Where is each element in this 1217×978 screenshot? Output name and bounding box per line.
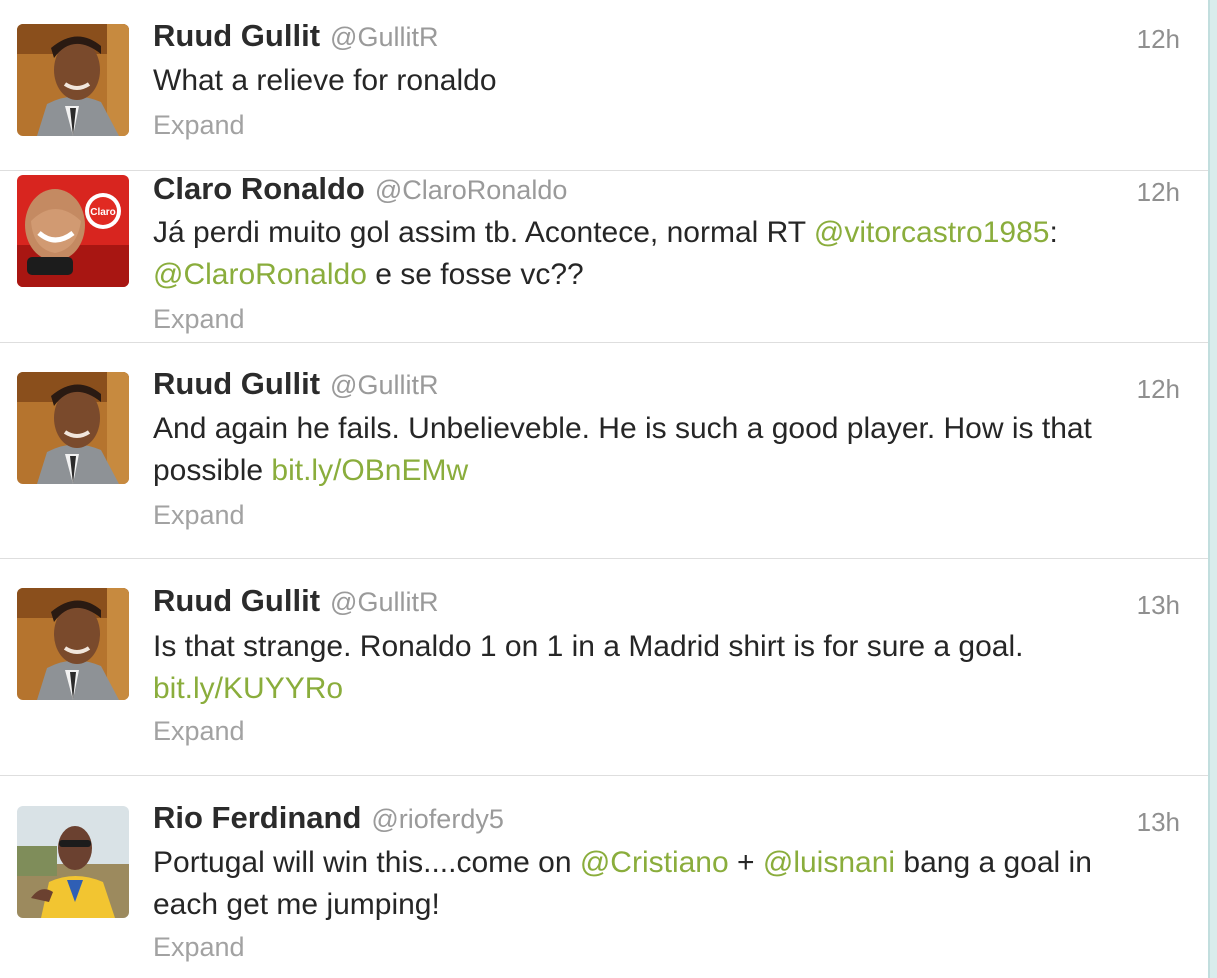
tweet-text-line: What a relieve for ronaldo <box>153 64 497 97</box>
author-handle[interactable]: @GullitR <box>330 22 438 52</box>
author-name[interactable]: Claro Ronaldo <box>153 171 365 206</box>
author-name[interactable]: Ruud Gullit <box>153 583 320 618</box>
tweet-item[interactable]: Rio Ferdinand @rioferdy5 13h Portugal wil… <box>0 776 1208 978</box>
author-handle[interactable]: @GullitR <box>330 370 438 400</box>
tweet-text: Já perdi muito gol assim tb. Acontece, n… <box>153 212 1193 296</box>
tweet-text-segment: And again he fails. Unbelieveble. He is … <box>153 412 1092 445</box>
tweet-text-segment: Já perdi muito gol assim tb. Acontece, n… <box>153 216 814 249</box>
tweet-item[interactable]: Ruud Gullit @GullitR 12h And again he fai… <box>0 343 1208 559</box>
tweet-text: Portugal will win this....come on @Crist… <box>153 842 1193 926</box>
tweet-author[interactable]: Rio Ferdinand @rioferdy5 <box>153 800 504 836</box>
claro-ronaldo-avatar[interactable]: Claro <box>17 175 129 287</box>
tweet-text: And again he fails. Unbelieveble. He is … <box>153 408 1193 492</box>
expand-link[interactable]: Expand <box>153 110 245 141</box>
ruud-gullit-avatar[interactable] <box>17 588 129 700</box>
author-name[interactable]: Ruud Gullit <box>153 366 320 401</box>
mention-link[interactable]: @vitorcastro1985 <box>814 216 1050 249</box>
rio-ferdinand-avatar[interactable] <box>17 806 129 918</box>
tweet-author[interactable]: Ruud Gullit @GullitR <box>153 366 438 402</box>
mention-link[interactable]: @Cristiano <box>580 846 729 879</box>
mention-link[interactable]: @luisnani <box>763 846 895 879</box>
ruud-gullit-avatar[interactable] <box>17 372 129 484</box>
tweet-text: What a relieve for ronaldo <box>153 60 1193 102</box>
expand-link[interactable]: Expand <box>153 500 245 531</box>
tweet-text-line: Is that strange. Ronaldo 1 on 1 in a Mad… <box>153 626 1193 668</box>
tweet-timestamp[interactable]: 12h <box>1137 24 1180 55</box>
tweet-text-segment: possible <box>153 454 272 487</box>
tweet-item[interactable]: Ruud Gullit @GullitR 12h What a relieve f… <box>0 0 1208 171</box>
tweet-text: Is that strange. Ronaldo 1 on 1 in a Mad… <box>153 626 1193 710</box>
tweet-text-line: And again he fails. Unbelieveble. He is … <box>153 408 1193 450</box>
tweet-item[interactable]: Ruud Gullit @GullitR 13h Is that strange.… <box>0 559 1208 776</box>
expand-link[interactable]: Expand <box>153 932 245 963</box>
tweet-timestamp[interactable]: 13h <box>1137 590 1180 621</box>
author-handle[interactable]: @ClaroRonaldo <box>375 175 568 205</box>
tweet-timestamp[interactable]: 13h <box>1137 807 1180 838</box>
rio-ferdinand-portrait <box>17 806 129 918</box>
tweet-author[interactable]: Ruud Gullit @GullitR <box>153 583 438 619</box>
expand-link[interactable]: Expand <box>153 716 245 747</box>
author-name[interactable]: Ruud Gullit <box>153 18 320 53</box>
tweet-text-line: bit.ly/KUYYRo <box>153 668 1193 710</box>
tweet-timestamp[interactable]: 12h <box>1137 177 1180 208</box>
ruud-gullit-portrait <box>17 372 129 484</box>
mention-link[interactable]: @ClaroRonaldo <box>153 258 367 291</box>
tweet-text-line: @ClaroRonaldo e se fosse vc?? <box>153 254 1193 296</box>
tweet-text-segment: Portugal will win this....come on <box>153 846 580 879</box>
tweet-text-segment: Is that strange. Ronaldo 1 on 1 in a Mad… <box>153 630 1024 663</box>
scrollbar-edge[interactable] <box>1208 0 1217 978</box>
tweet-author[interactable]: Claro Ronaldo @ClaroRonaldo <box>153 171 567 207</box>
claro-logo-text: Claro <box>90 207 116 218</box>
ruud-gullit-portrait <box>17 588 129 700</box>
tweet-text-segment: : <box>1049 216 1058 249</box>
tweet-text-line: each get me jumping! <box>153 884 1193 926</box>
tweet-text-line: possible bit.ly/OBnEMw <box>153 450 1193 492</box>
author-name[interactable]: Rio Ferdinand <box>153 800 361 835</box>
tweet-text-segment: + <box>728 846 763 879</box>
tweet-text-segment: each get me jumping! <box>153 888 440 921</box>
claro-ronaldo-portrait: Claro <box>17 175 129 287</box>
tweet-timestamp[interactable]: 12h <box>1137 374 1180 405</box>
tweet-text-segment: What a relieve for ronaldo <box>153 64 497 97</box>
ruud-gullit-avatar[interactable] <box>17 24 129 136</box>
expand-link[interactable]: Expand <box>153 304 245 335</box>
tweet-text-line: Já perdi muito gol assim tb. Acontece, n… <box>153 212 1193 254</box>
ruud-gullit-portrait <box>17 24 129 136</box>
tweet-author[interactable]: Ruud Gullit @GullitR <box>153 18 438 54</box>
url-link[interactable]: bit.ly/KUYYRo <box>153 672 343 705</box>
tweet-item[interactable]: Claro Claro Ronaldo @ClaroRonaldo 12h Já … <box>0 171 1208 343</box>
tweet-text-segment: bang a goal in <box>895 846 1092 879</box>
url-link[interactable]: bit.ly/OBnEMw <box>271 454 468 487</box>
tweet-timeline: Ruud Gullit @GullitR 12h What a relieve f… <box>0 0 1208 978</box>
tweet-text-line: Portugal will win this....come on @Crist… <box>153 842 1193 884</box>
author-handle[interactable]: @GullitR <box>330 587 438 617</box>
tweet-text-segment: e se fosse vc?? <box>366 258 584 291</box>
author-handle[interactable]: @rioferdy5 <box>371 804 503 834</box>
